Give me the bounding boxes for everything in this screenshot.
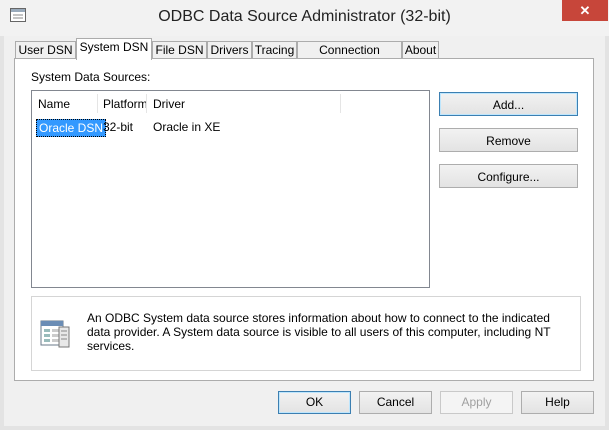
title-bar: ODBC Data Source Administrator (32-bit) … (0, 0, 609, 36)
window-title: ODBC Data Source Administrator (32-bit) (158, 8, 451, 25)
dialog-client: User DSN System DSN File DSN Drivers Tra… (4, 36, 605, 426)
close-button[interactable]: ✕ (562, 0, 608, 21)
close-icon: ✕ (579, 3, 591, 18)
data-source-icon (40, 320, 70, 348)
remove-button[interactable]: Remove (439, 128, 578, 152)
tab-system-dsn[interactable]: System DSN (76, 38, 152, 60)
column-separator[interactable] (97, 94, 98, 113)
info-box: An ODBC System data source stores inform… (31, 296, 581, 371)
column-header-driver[interactable]: Driver (153, 97, 185, 111)
data-source-list[interactable]: Name Platform Driver Oracle DSN 32-bit O… (31, 90, 430, 288)
tab-about[interactable]: About (402, 41, 439, 59)
tab-connection-pooling[interactable]: Connection Pooling (297, 41, 402, 74)
column-header-platform[interactable]: Platform (103, 97, 148, 111)
row-driver-cell[interactable]: Oracle in XE (153, 120, 220, 134)
apply-button[interactable]: Apply (440, 391, 513, 414)
tab-user-dsn[interactable]: User DSN (15, 41, 76, 59)
row-name-cell[interactable]: Oracle DSN (36, 119, 107, 137)
tab-file-dsn[interactable]: File DSN (152, 41, 207, 59)
tab-drivers[interactable]: Drivers (207, 41, 252, 59)
ok-button[interactable]: OK (278, 391, 351, 414)
system-dsn-panel: System Data Sources: Name Platform Drive… (14, 58, 594, 381)
info-text: An ODBC System data source stores inform… (87, 311, 551, 353)
column-separator[interactable] (146, 94, 147, 113)
tab-tracing[interactable]: Tracing (252, 41, 297, 59)
column-header-name[interactable]: Name (38, 97, 70, 111)
cancel-button[interactable]: Cancel (359, 391, 432, 414)
row-platform-cell[interactable]: 32-bit (103, 120, 133, 134)
configure-button[interactable]: Configure... (439, 164, 578, 188)
column-separator[interactable] (340, 94, 341, 113)
system-data-sources-label: System Data Sources: (31, 70, 151, 84)
help-button[interactable]: Help (521, 391, 594, 414)
add-button[interactable]: Add... (439, 92, 578, 116)
